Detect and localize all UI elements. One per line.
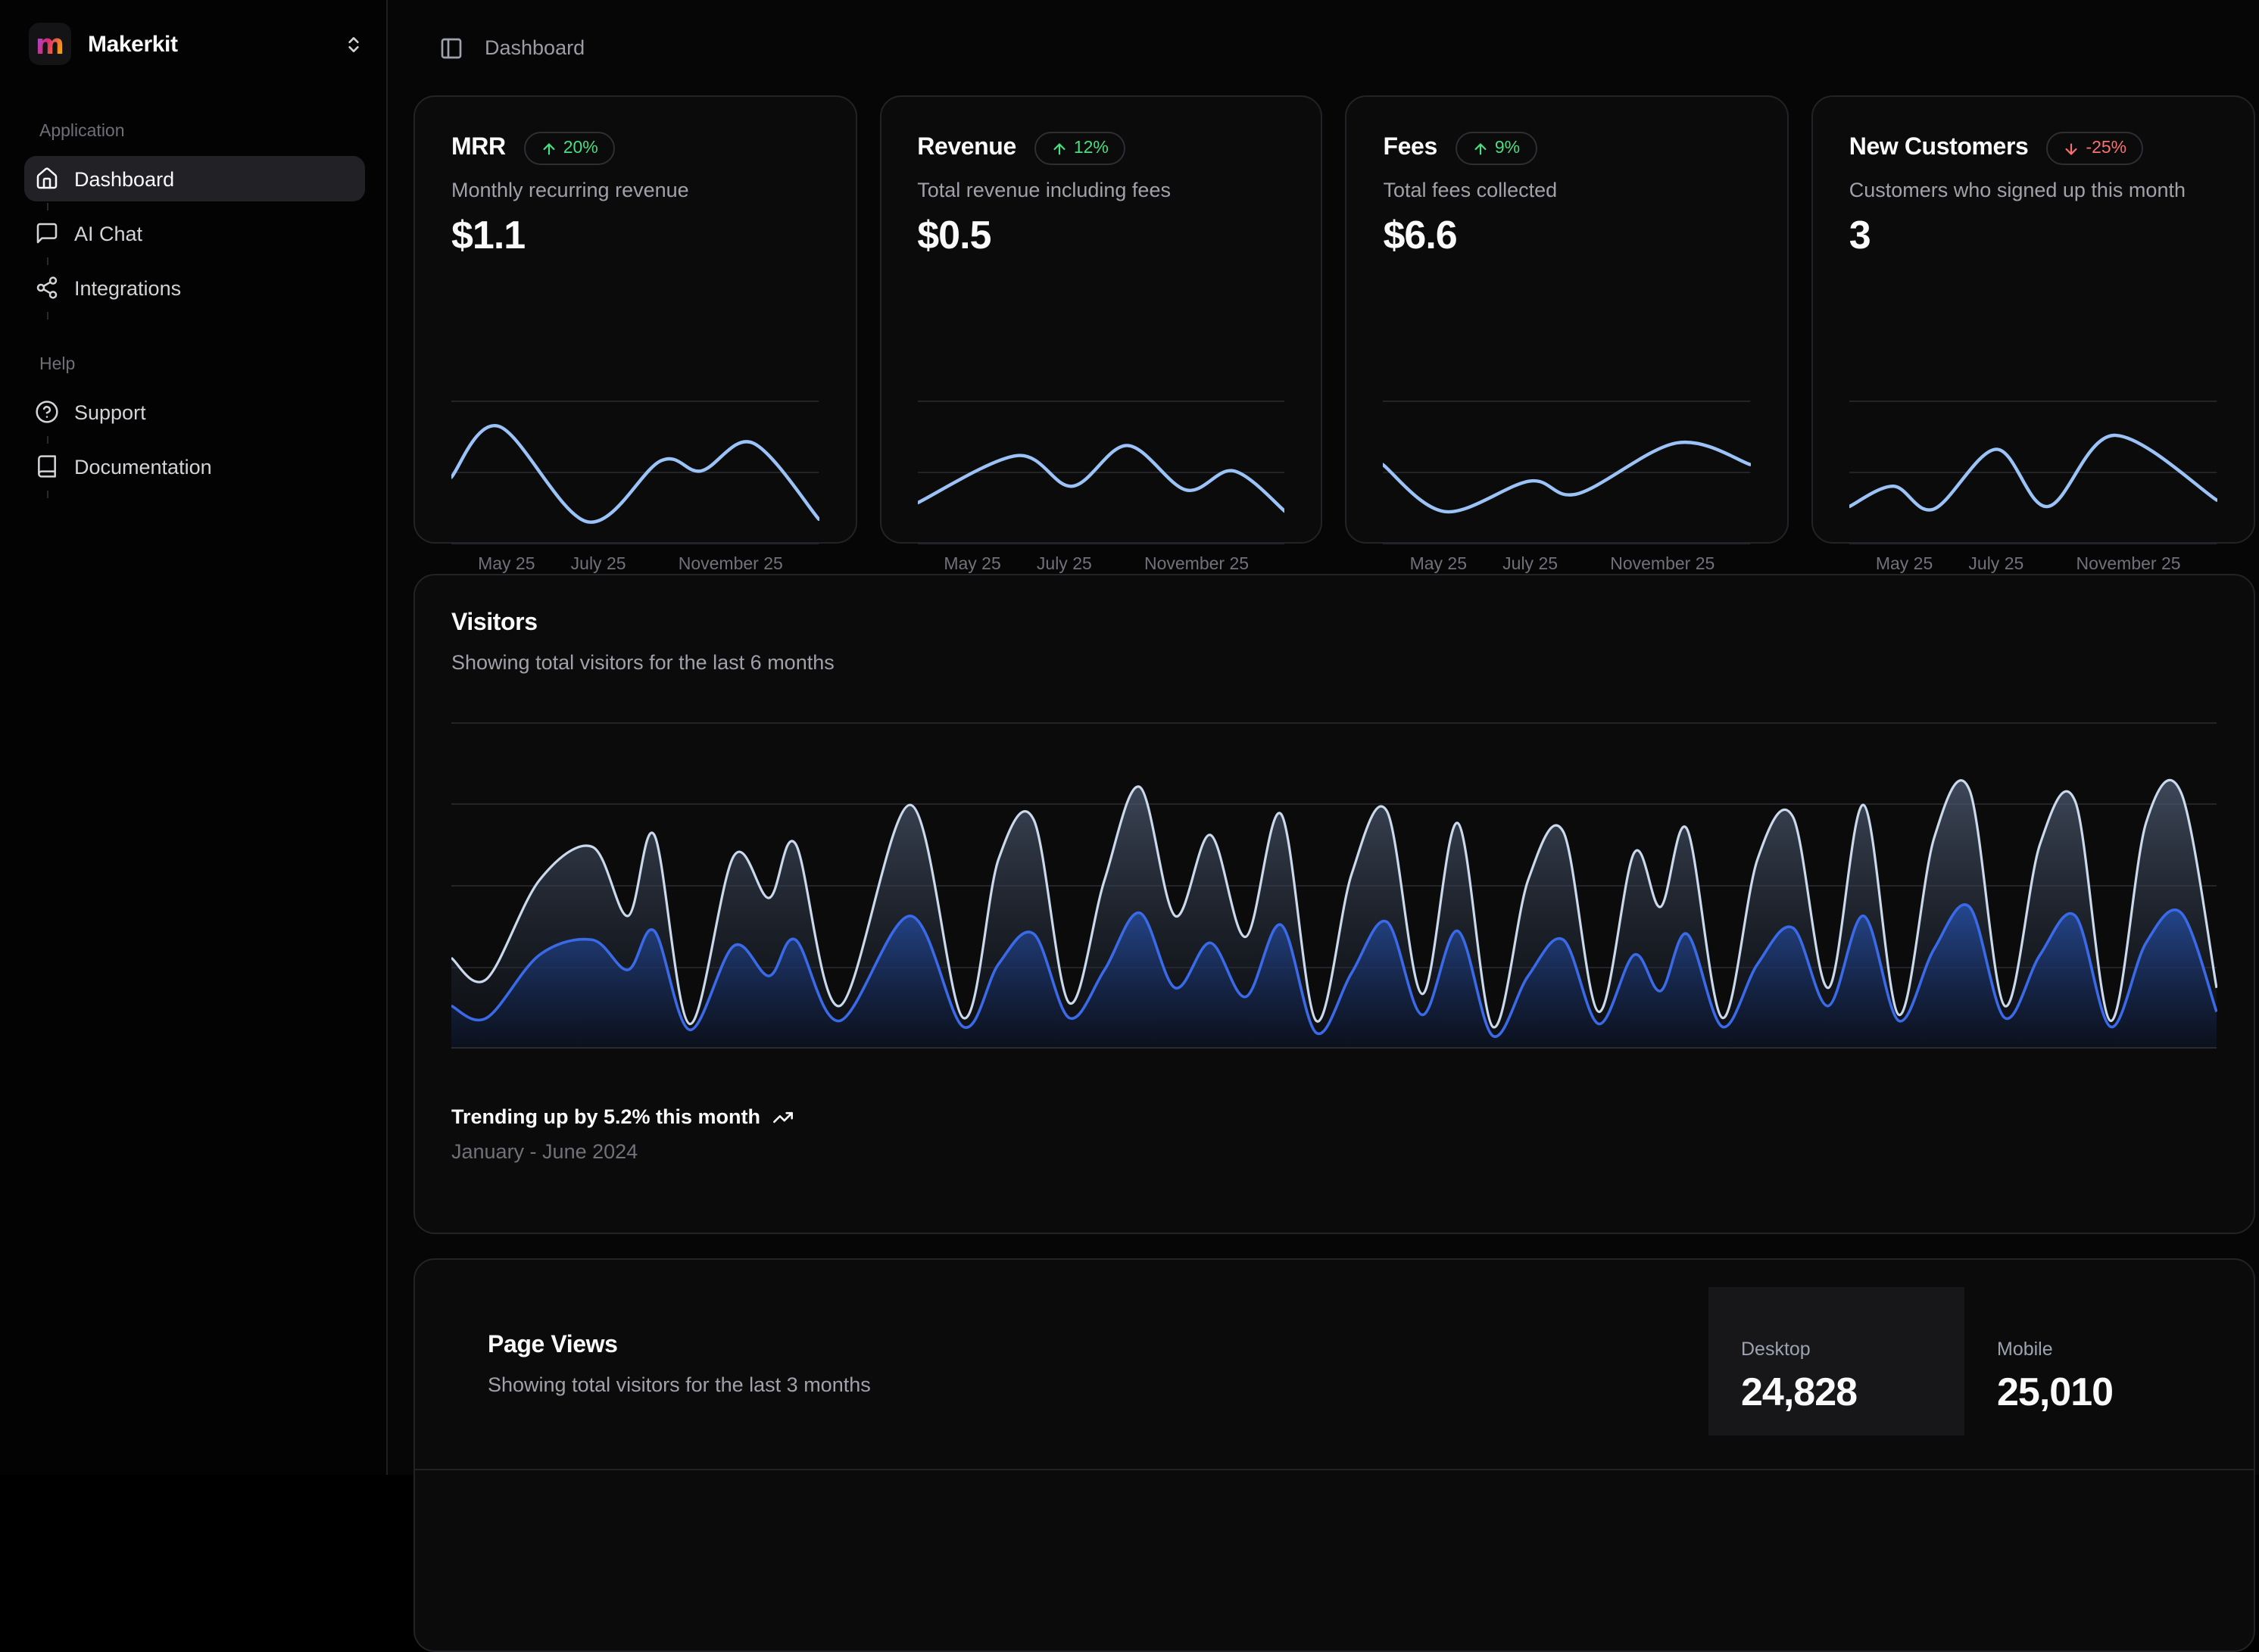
sidebar-group-label-application: Application [39, 123, 386, 141]
panel-left-icon [439, 36, 463, 60]
page-views-toggles: Desktop 24,828 Mobile 25,010 [1708, 1287, 2253, 1435]
book-icon [35, 454, 59, 478]
stat-subtitle: Total revenue including fees [917, 179, 1284, 201]
home-icon [35, 167, 59, 191]
sidebar: m Makerkit Application Dashboard AI Chat [0, 0, 388, 1474]
x-axis-label: November 25 [1610, 556, 1715, 574]
stat-subtitle: Customers who signed up this month [1849, 179, 2217, 201]
x-axis-label: May 25 [1410, 556, 1467, 574]
desktop-stat-value: 24,828 [1741, 1368, 1964, 1415]
x-axis-label: May 25 [944, 556, 1000, 574]
help-circle-icon [35, 400, 59, 424]
topbar: Dashboard [389, 0, 2259, 95]
sidebar-group-label-help: Help [39, 356, 386, 374]
sidebar-item-documentation[interactable]: Documentation [24, 444, 365, 489]
stat-value: 3 [1849, 212, 2217, 259]
stat-title: MRR [451, 135, 506, 162]
sidebar-item-label: Documentation [74, 455, 212, 478]
visitors-area-chart [451, 722, 2217, 1049]
stat-subtitle: Total fees collected [1384, 179, 1751, 201]
trend-badge: -25% [2046, 132, 2143, 165]
sparkline-chart: May 25 July 25 November 25 [1849, 392, 2217, 580]
sidebar-item-dashboard[interactable]: Dashboard [24, 156, 365, 201]
x-axis-label: July 25 [1502, 556, 1558, 574]
trend-badge: 20% [524, 132, 615, 165]
x-axis-label: May 25 [1876, 556, 1933, 574]
trending-up-icon [772, 1106, 794, 1127]
trend-badge: 12% [1034, 132, 1125, 165]
sidebar-item-label: Dashboard [74, 167, 174, 190]
sparkline-chart: May 25 July 25 November 25 [451, 392, 819, 580]
stat-value: $6.6 [1384, 212, 1751, 259]
breadcrumb: Dashboard [485, 36, 585, 59]
date-range: January - June 2024 [451, 1140, 794, 1163]
x-axis-label: November 25 [2076, 556, 2180, 574]
desktop-stat-label: Desktop [1741, 1338, 1964, 1359]
sidebar-item-ai-chat[interactable]: AI Chat [24, 210, 365, 256]
mobile-stat-label: Mobile [1997, 1338, 2253, 1359]
chevrons-up-down-icon [344, 34, 363, 54]
visitors-subtitle: Showing total visitors for the last 6 mo… [451, 651, 2217, 674]
sparkline-chart: May 25 July 25 November 25 [1384, 392, 1751, 580]
x-axis-label: July 25 [1968, 556, 2023, 574]
stat-card-mrr: MRR 20% Monthly recurring revenue $1.1 M… [413, 95, 856, 544]
brand-name: Makerkit [88, 31, 178, 57]
stat-subtitle: Monthly recurring revenue [451, 179, 819, 201]
sidebar-item-support[interactable]: Support [24, 389, 365, 435]
stat-value: $1.1 [451, 212, 819, 259]
arrow-up-icon [1472, 140, 1489, 157]
trend-badge: 9% [1456, 132, 1537, 165]
arrow-up-icon [1051, 140, 1068, 157]
desktop-stat-button[interactable]: Desktop 24,828 [1708, 1287, 1964, 1435]
main-content: Dashboard MRR 20% Monthly recurring reve… [389, 0, 2259, 1474]
stat-card-revenue: Revenue 12% Total revenue including fees… [879, 95, 1322, 544]
visitors-card: Visitors Showing total visitors for the … [413, 574, 2254, 1234]
x-axis-label: July 25 [1037, 556, 1092, 574]
page-views-header: Page Views Showing total visitors for th… [415, 1260, 2253, 1470]
page-views-card: Page Views Showing total visitors for th… [413, 1258, 2254, 1652]
stat-title: New Customers [1849, 135, 2029, 162]
x-axis-label: November 25 [1144, 556, 1249, 574]
sidebar-item-label: AI Chat [74, 222, 142, 245]
x-axis-label: July 25 [571, 556, 626, 574]
stat-card-new-customers: New Customers -25% Customers who signed … [1811, 95, 2254, 544]
sparkline-chart: May 25 July 25 November 25 [917, 392, 1284, 580]
sidebar-item-label: Support [74, 401, 146, 423]
stat-title: Revenue [917, 135, 1016, 162]
sidebar-item-integrations[interactable]: Integrations [24, 265, 365, 310]
message-square-icon [35, 221, 59, 245]
sidebar-item-label: Integrations [74, 276, 181, 299]
arrow-down-icon [2063, 140, 2080, 157]
svg-text:m: m [36, 28, 64, 61]
x-axis-label: May 25 [478, 556, 535, 574]
mobile-stat-button[interactable]: Mobile 25,010 [1964, 1287, 2253, 1435]
stat-card-fees: Fees 9% Total fees collected $6.6 May 25… [1346, 95, 1789, 544]
stat-title: Fees [1384, 135, 1437, 162]
share-icon [35, 276, 59, 300]
x-axis-label: November 25 [679, 556, 783, 574]
visitors-footer: Trending up by 5.2% this month January -… [451, 1105, 794, 1163]
stat-cards-row: MRR 20% Monthly recurring revenue $1.1 M… [413, 95, 2254, 544]
trending-text: Trending up by 5.2% this month [451, 1105, 760, 1128]
mobile-stat-value: 25,010 [1997, 1368, 2253, 1415]
visitors-title: Visitors [451, 610, 2217, 637]
arrow-up-icon [541, 140, 557, 157]
workspace-switcher[interactable]: m Makerkit [0, 0, 386, 65]
sidebar-toggle-button[interactable] [439, 36, 463, 60]
dashboard-page: m Makerkit Application Dashboard AI Chat [0, 0, 2259, 1474]
makerkit-logo: m [29, 23, 71, 65]
stat-value: $0.5 [917, 212, 1284, 259]
